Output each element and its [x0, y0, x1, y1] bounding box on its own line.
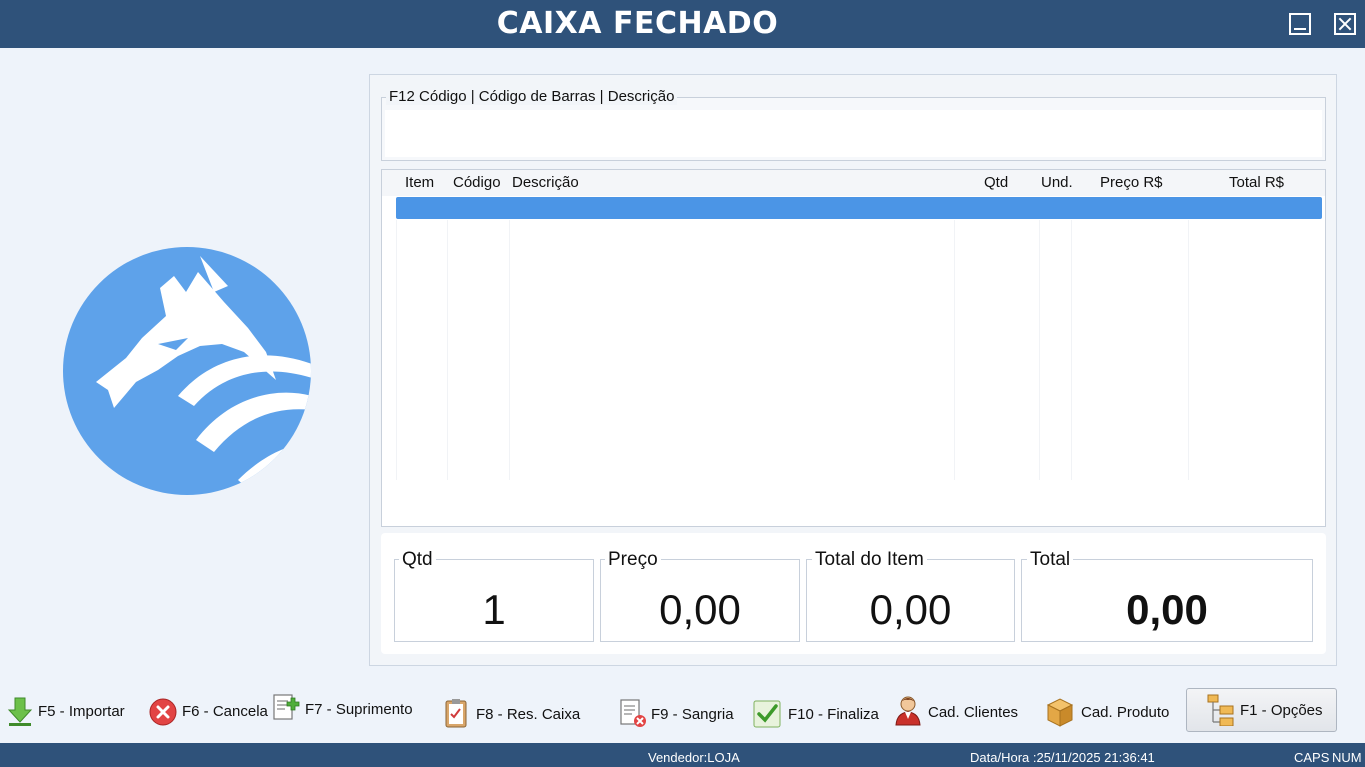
- column-divider: [1039, 220, 1040, 480]
- total-item-value: 0,00: [869, 586, 952, 633]
- search-legend: F12 Código | Código de Barras | Descriçã…: [386, 88, 678, 105]
- total-value: 0,00: [1126, 586, 1208, 633]
- column-qtd[interactable]: Qtd: [984, 174, 1008, 191]
- importar-label: F5 - Importar: [38, 703, 125, 720]
- items-grid[interactable]: Item Código Descrição Qtd Und. Preço R$ …: [381, 169, 1326, 527]
- qtd-value: 1: [482, 586, 506, 633]
- suprimento-button[interactable]: F7 - Suprimento: [271, 692, 417, 728]
- cad-produto-button[interactable]: Cad. Produto: [1045, 694, 1171, 730]
- checkmark-icon: [753, 700, 781, 728]
- sangria-button[interactable]: F9 - Sangria: [618, 697, 734, 733]
- sangria-label: F9 - Sangria: [651, 706, 734, 723]
- column-und[interactable]: Und.: [1041, 174, 1073, 191]
- minimize-button[interactable]: [1289, 13, 1311, 35]
- cad-clientes-button[interactable]: Cad. Clientes: [893, 694, 1019, 730]
- title-bar: CAIXA FECHADO: [0, 0, 1365, 48]
- finaliza-label: F10 - Finaliza: [788, 706, 879, 723]
- cancela-label: F6 - Cancela: [182, 703, 268, 720]
- cancel-x-icon: [149, 698, 177, 726]
- column-divider: [1188, 220, 1189, 480]
- preco-value: 0,00: [659, 586, 741, 633]
- cad-clientes-label: Cad. Clientes: [928, 704, 1019, 721]
- close-button[interactable]: [1334, 13, 1356, 35]
- box-icon: [1046, 698, 1074, 727]
- preco-label: Preço: [605, 549, 661, 571]
- column-preco[interactable]: Preço R$: [1100, 174, 1163, 191]
- cad-produto-label: Cad. Produto: [1081, 704, 1170, 721]
- status-datahora: Data/Hora :25/11/2025 21:36:41: [970, 750, 1155, 765]
- res-caixa-label: F8 - Res. Caixa: [476, 706, 581, 723]
- cancela-button[interactable]: F6 - Cancela: [148, 694, 268, 730]
- document-add-icon: [273, 694, 300, 720]
- total-label: Total: [1027, 549, 1074, 571]
- column-divider: [396, 220, 397, 480]
- clipboard-check-icon: [445, 699, 467, 728]
- res-caixa-button[interactable]: F8 - Res. Caixa: [443, 697, 580, 733]
- opcoes-button[interactable]: F1 - Opções: [1186, 688, 1337, 732]
- status-caps: CAPS: [1294, 750, 1330, 765]
- column-item[interactable]: Item: [405, 174, 434, 191]
- importar-button[interactable]: F5 - Importar: [6, 694, 130, 730]
- tree-options-icon: [1207, 694, 1234, 726]
- document-remove-icon: [620, 699, 646, 727]
- qtd-label: Qtd: [399, 549, 436, 571]
- finaliza-button[interactable]: F10 - Finaliza: [752, 697, 880, 733]
- total-item-label: Total do Item: [812, 549, 927, 571]
- suprimento-label: F7 - Suprimento: [305, 701, 413, 718]
- status-num: NUM: [1332, 750, 1362, 765]
- window-title: CAIXA FECHADO: [496, 6, 779, 41]
- search-input[interactable]: [385, 110, 1322, 157]
- status-vendedor: Vendedor:LOJA: [648, 750, 740, 765]
- wolf-logo-icon: [63, 247, 311, 495]
- grid-header: Item Código Descrição Qtd Und. Preço R$ …: [382, 170, 1325, 196]
- table-row-selected[interactable]: [396, 197, 1322, 219]
- opcoes-label: F1 - Opções: [1240, 702, 1323, 719]
- column-total[interactable]: Total R$: [1229, 174, 1284, 191]
- column-divider: [1071, 220, 1072, 480]
- status-bar: Vendedor:LOJA Data/Hora :25/11/2025 21:3…: [0, 743, 1365, 767]
- download-arrow-icon: [7, 697, 33, 726]
- column-divider: [447, 220, 448, 480]
- column-codigo[interactable]: Código: [453, 174, 501, 191]
- user-icon: [895, 696, 921, 726]
- column-divider: [954, 220, 955, 480]
- column-descricao[interactable]: Descrição: [512, 174, 579, 191]
- column-divider: [509, 220, 510, 480]
